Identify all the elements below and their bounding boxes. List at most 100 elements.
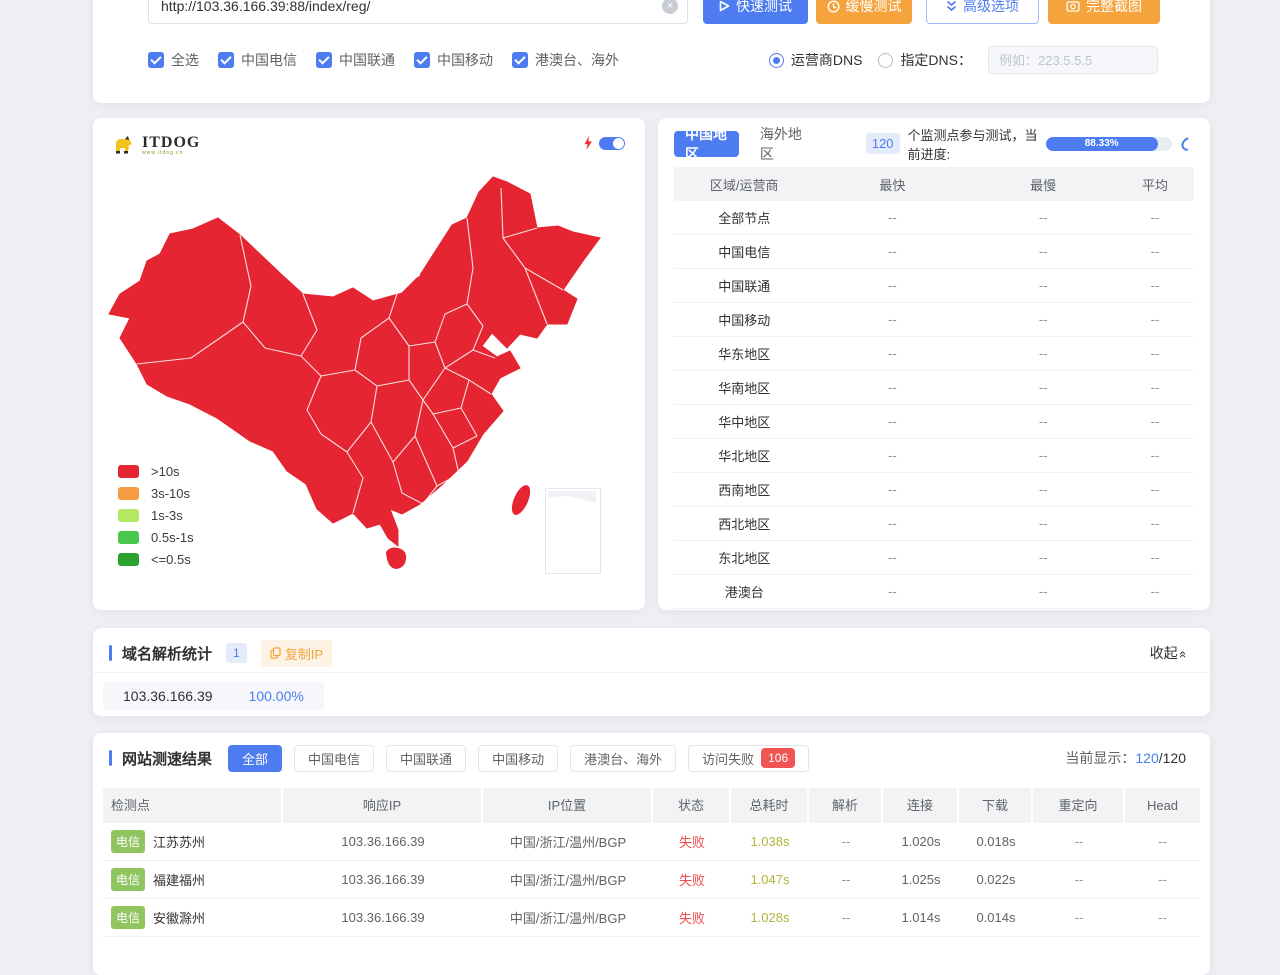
legend-swatch xyxy=(118,465,139,478)
dns-resolve-title: 域名解析统计 xyxy=(122,643,212,664)
download-value: 0.014s xyxy=(959,910,1033,925)
legend-swatch xyxy=(118,553,139,566)
legend-label: 1s-3s xyxy=(151,508,183,523)
checkbox-0[interactable]: 全选 xyxy=(148,50,199,70)
checkbox-2[interactable]: 中国联通 xyxy=(316,50,395,70)
redirect-value: -- xyxy=(1033,910,1125,925)
showing-current: 120 xyxy=(1135,750,1158,766)
legend-item: 0.5s-1s xyxy=(118,526,194,548)
tab-china-region[interactable]: 中国地区 xyxy=(674,131,739,157)
checkbox-3[interactable]: 中国移动 xyxy=(414,50,493,70)
fastest-value: -- xyxy=(814,210,970,225)
checkbox-label: 中国移动 xyxy=(437,50,493,70)
dog-icon xyxy=(111,132,137,158)
filter-label: 中国电信 xyxy=(308,749,360,768)
ip-value: 103.36.166.39 xyxy=(283,834,483,849)
radio-carrier-dns[interactable]: 运营商DNS xyxy=(769,50,863,70)
avg-value: -- xyxy=(1116,550,1194,565)
connect-value: 1.025s xyxy=(883,872,959,887)
region-stats-table: 区域/运营商 最快 最慢 平均 全部节点------中国电信------中国联通… xyxy=(674,167,1194,609)
custom-dns-input[interactable] xyxy=(988,46,1158,74)
fastest-value: -- xyxy=(814,516,970,531)
fastest-value: -- xyxy=(814,448,970,463)
full-screenshot-button[interactable]: 完整截图 xyxy=(1048,0,1160,24)
filter-button-2[interactable]: 中国联通 xyxy=(386,745,466,772)
checkbox-checked-icon xyxy=(512,52,528,68)
status-value: 失败 xyxy=(653,832,731,851)
fastest-value: -- xyxy=(814,312,970,327)
test-form-card: × 快速测试 缓慢测试 高级选项 完整截图 全选中国电信中国联通中国移动港澳台、… xyxy=(93,0,1210,103)
quick-test-button[interactable]: 快速测试 xyxy=(703,0,808,24)
stats-table-row: 中国电信------ xyxy=(674,235,1194,269)
head-value: -- xyxy=(1125,872,1200,887)
avg-value: -- xyxy=(1116,346,1194,361)
dns-count-badge: 1 xyxy=(226,643,247,663)
stats-header: 中国地区 海外地区 120 个监测点参与测试，当前进度: 88.33% xyxy=(674,130,1194,157)
radio-selected-icon xyxy=(769,53,784,68)
region-name: 华中地区 xyxy=(674,412,814,431)
legend-item: 3s-10s xyxy=(118,482,194,504)
radio-unselected-icon xyxy=(878,53,893,68)
slow-test-button[interactable]: 缓慢测试 xyxy=(816,0,912,24)
tab-overseas-region[interactable]: 海外地区 xyxy=(749,131,814,157)
results-table-header: 检测点响应IPIP位置状态总耗时解析连接下载重定向Head xyxy=(103,788,1200,823)
location-value: 中国/浙江/温州/BGP xyxy=(483,908,653,927)
filter-button-1[interactable]: 中国电信 xyxy=(294,745,374,772)
legend-swatch xyxy=(118,509,139,522)
results-table-row: 电信福建福州103.36.166.39中国/浙江/温州/BGP失败1.047s-… xyxy=(103,861,1200,899)
results-col-header: 总耗时 xyxy=(731,788,809,823)
stats-table-row: 全部节点------ xyxy=(674,201,1194,235)
divider xyxy=(93,672,1210,673)
filter-label: 访问失败 xyxy=(702,749,754,768)
copy-ip-button[interactable]: 复制IP xyxy=(261,640,332,667)
section-accent-bar xyxy=(109,750,112,766)
checkbox-4[interactable]: 港澳台、海外 xyxy=(512,50,619,70)
fastest-value: -- xyxy=(814,482,970,497)
checkbox-label: 中国联通 xyxy=(339,50,395,70)
resolved-ip-percent: 100.00% xyxy=(249,688,304,704)
stats-table-row: 华东地区------ xyxy=(674,337,1194,371)
results-table-body: 电信江苏苏州103.36.166.39中国/浙江/温州/BGP失败1.038s-… xyxy=(103,823,1200,937)
fastest-value: -- xyxy=(814,550,970,565)
progress-label: 个监测点参与测试，当前进度: xyxy=(908,125,1040,163)
collapse-button[interactable]: 收起 « xyxy=(1150,643,1186,663)
node-name: 安徽滁州 xyxy=(153,908,205,927)
location-value: 中国/浙江/温州/BGP xyxy=(483,870,653,889)
filter-button-3[interactable]: 中国移动 xyxy=(478,745,558,772)
stats-table-row: 中国联通------ xyxy=(674,269,1194,303)
showing-count: 当前显示：120/120 xyxy=(1065,748,1186,768)
itdog-logo: ITDOG www.itdog.cn xyxy=(111,132,200,158)
resolved-ip: 103.36.166.39 xyxy=(123,688,213,704)
slowest-value: -- xyxy=(970,210,1116,225)
url-input[interactable] xyxy=(148,0,688,24)
checkbox-checked-icon xyxy=(316,52,332,68)
region-name: 中国电信 xyxy=(674,242,814,261)
avg-value: -- xyxy=(1116,380,1194,395)
advanced-options-button[interactable]: 高级选项 xyxy=(926,0,1039,24)
total-value: 1.038s xyxy=(731,834,809,849)
filter-label: 全部 xyxy=(242,749,268,768)
slowest-value: -- xyxy=(970,584,1116,599)
legend-item: <=0.5s xyxy=(118,548,194,570)
slowest-value: -- xyxy=(970,550,1116,565)
results-table-row: 电信江苏苏州103.36.166.39中国/浙江/温州/BGP失败1.038s-… xyxy=(103,823,1200,861)
china-map-card: ITDOG www.itdog.cn xyxy=(93,118,645,610)
resolved-ip-row: 103.36.166.39 100.00% xyxy=(103,682,324,710)
location-value: 中国/浙江/温州/BGP xyxy=(483,832,653,851)
filter-label: 港澳台、海外 xyxy=(584,749,662,768)
legend-label: 3s-10s xyxy=(151,486,190,501)
fastest-value: -- xyxy=(814,414,970,429)
checkbox-1[interactable]: 中国电信 xyxy=(218,50,297,70)
slowest-value: -- xyxy=(970,346,1116,361)
legend-swatch xyxy=(118,487,139,500)
legend-label: <=0.5s xyxy=(151,552,191,567)
filter-button-5[interactable]: 访问失败106 xyxy=(688,745,809,772)
node-cell: 电信安徽滁州 xyxy=(103,906,283,929)
filter-button-4[interactable]: 港澳台、海外 xyxy=(570,745,676,772)
fast-mode-toggle[interactable] xyxy=(599,137,625,150)
filter-button-0[interactable]: 全部 xyxy=(228,745,282,772)
filter-label: 中国移动 xyxy=(492,749,544,768)
filter-label: 中国联通 xyxy=(400,749,452,768)
radio-custom-dns[interactable]: 指定DNS： xyxy=(878,50,972,70)
total-value: 1.028s xyxy=(731,910,809,925)
